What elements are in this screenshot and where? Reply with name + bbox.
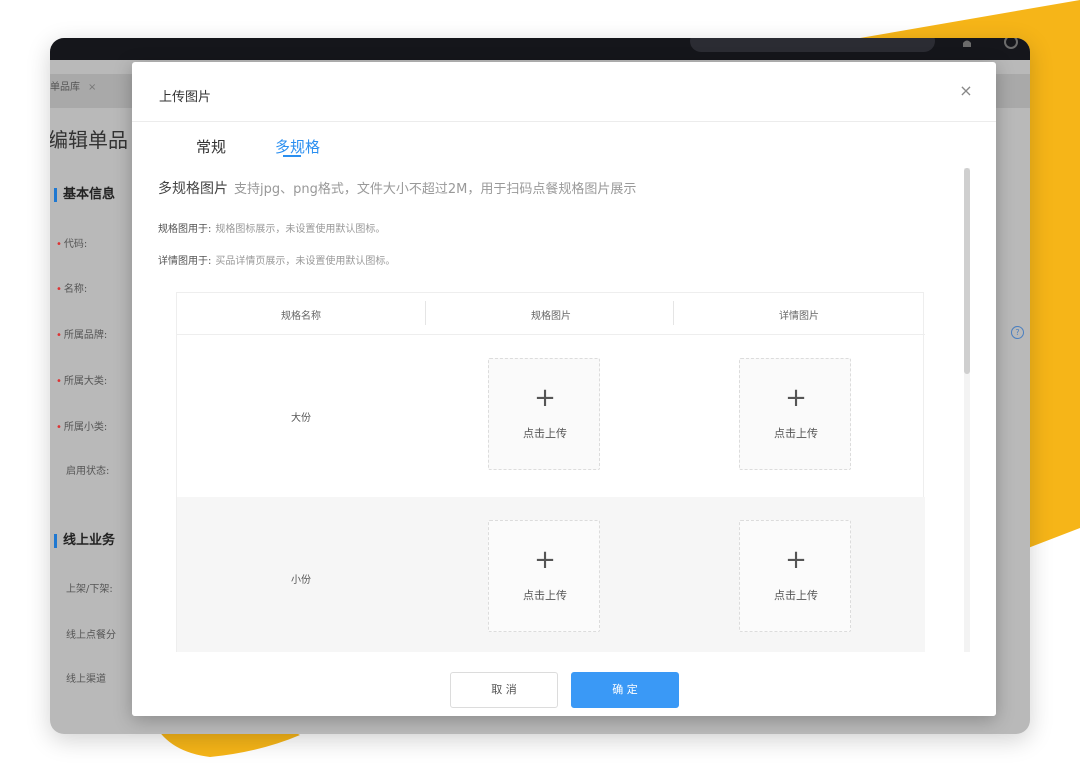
note-text: 买品详情页展示，未设置使用默认图标。 <box>215 256 396 267</box>
dialog-footer: 取 消 确 定 <box>132 652 996 716</box>
page-tab-label: 单品库 <box>50 82 80 93</box>
top-navigation-bar <box>50 38 1030 60</box>
close-icon[interactable]: × <box>957 82 975 100</box>
table-row: 小份 + 点击上传 + 点击上传 <box>177 497 925 652</box>
tab-multi-spec[interactable]: 多规格 <box>275 136 320 157</box>
upload-spec-image-button[interactable]: + 点击上传 <box>488 520 600 632</box>
dialog-header: 上传图片 × <box>132 62 996 122</box>
upload-label: 点击上传 <box>774 589 818 602</box>
upload-label: 点击上传 <box>523 427 567 440</box>
upload-label: 点击上传 <box>774 427 818 440</box>
column-divider <box>425 301 426 325</box>
plus-icon: + <box>785 545 807 575</box>
field-label-name: • 名称: <box>56 284 88 295</box>
active-tab-indicator <box>283 155 301 157</box>
section-heading-basic-info: 基本信息 <box>54 188 115 202</box>
upload-image-dialog: 上传图片 × 常规 多规格 多规格图片 支持jpg、png格式，文件大小不超过2M… <box>132 62 996 716</box>
field-label-online-order: 线上点餐分 <box>66 630 116 641</box>
user-avatar-icon[interactable] <box>1002 38 1020 52</box>
plus-icon: + <box>534 383 556 413</box>
close-icon[interactable]: × <box>88 82 96 93</box>
table-row: 大份 + 点击上传 + 点击上传 <box>177 335 925 497</box>
note-detail-image: 详情图用于: 买品详情页展示，未设置使用默认图标。 <box>158 252 395 267</box>
intro-line: 多规格图片 支持jpg、png格式，文件大小不超过2M，用于扫码点餐规格图片展示 <box>158 178 636 198</box>
plus-icon: + <box>785 383 807 413</box>
note-label: 规格图用于: <box>158 224 212 235</box>
spec-name-cell: 小份 <box>291 575 311 586</box>
field-label-subcategory: • 所属小类: <box>56 422 108 433</box>
upload-label: 点击上传 <box>523 589 567 602</box>
spec-name-cell: 大份 <box>291 413 311 424</box>
upload-detail-image-button[interactable]: + 点击上传 <box>739 520 851 632</box>
tab-regular[interactable]: 常规 <box>196 136 226 157</box>
table-header: 规格名称 规格图片 详情图片 <box>177 293 925 335</box>
upload-spec-image-button[interactable]: + 点击上传 <box>488 358 600 470</box>
dialog-tabs: 常规 多规格 <box>132 122 996 162</box>
global-search-bar[interactable] <box>690 38 935 52</box>
note-spec-image: 规格图用于: 规格图标展示，未设置使用默认图标。 <box>158 220 385 235</box>
page-title: 编辑单品 <box>50 128 128 152</box>
field-label-code: • 代码: <box>56 239 88 250</box>
upload-detail-image-button[interactable]: + 点击上传 <box>739 358 851 470</box>
note-text: 规格图标展示，未设置使用默认图标。 <box>215 224 386 235</box>
bell-icon[interactable] <box>958 38 976 52</box>
field-label-status: 启用状态: <box>66 466 110 477</box>
column-header-detail-image: 详情图片 <box>779 311 819 322</box>
note-label: 详情图用于: <box>158 256 212 267</box>
plus-icon: + <box>534 545 556 575</box>
column-header-spec-image: 规格图片 <box>531 311 571 322</box>
column-divider <box>673 301 674 325</box>
intro-title: 多规格图片 <box>158 181 228 197</box>
spec-image-table: 规格名称 规格图片 详情图片 大份 + 点击上传 + 点击上传 小份 + 点击上… <box>176 292 925 652</box>
cancel-button[interactable]: 取 消 <box>450 672 558 708</box>
field-label-category: • 所属大类: <box>56 376 108 387</box>
field-label-online-channel: 线上渠道 <box>66 674 106 685</box>
stage: 单品库 × 编辑单品 基本信息 • 代码: • 名称: • 所属品牌: • 所属大类: •… <box>0 0 1080 776</box>
dialog-title: 上传图片 <box>159 90 212 105</box>
section-heading-online: 线上业务 <box>54 534 115 548</box>
dialog-content: 多规格图片 支持jpg、png格式，文件大小不超过2M，用于扫码点餐规格图片展示 … <box>132 166 996 652</box>
column-header-spec-name: 规格名称 <box>281 311 321 322</box>
field-label-brand: • 所属品牌: <box>56 330 108 341</box>
intro-hint: 支持jpg、png格式，文件大小不超过2M，用于扫码点餐规格图片展示 <box>234 182 637 197</box>
page-tab[interactable]: 单品库 × <box>50 78 96 93</box>
help-icon[interactable]: ? <box>1011 326 1024 339</box>
field-label-listing: 上架/下架: <box>66 584 113 595</box>
scrollbar-thumb[interactable] <box>964 168 970 374</box>
confirm-button[interactable]: 确 定 <box>571 672 679 708</box>
